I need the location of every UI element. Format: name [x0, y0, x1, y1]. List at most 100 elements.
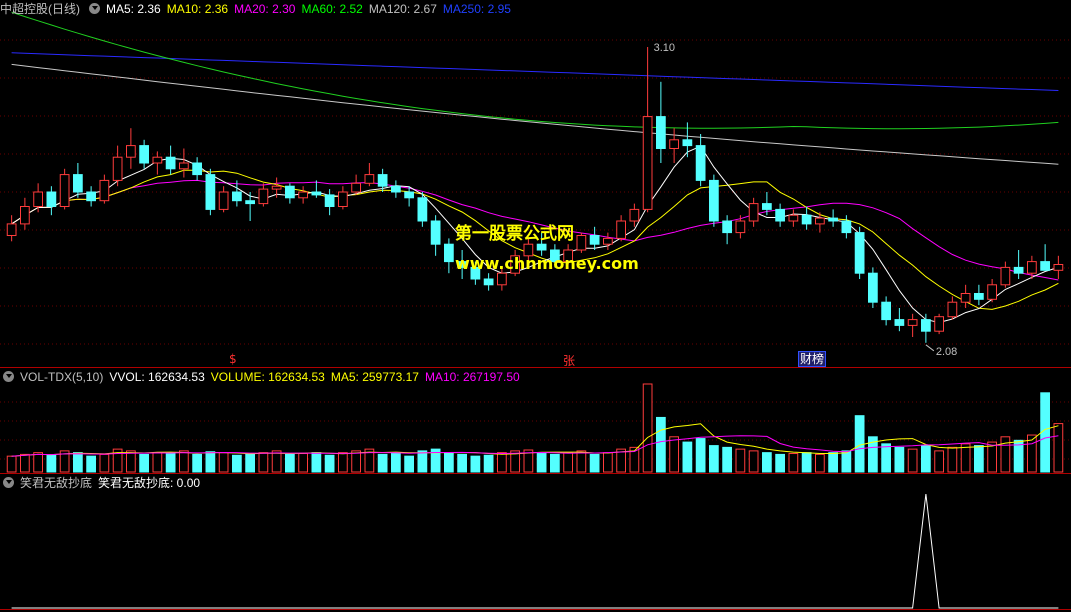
- volume-bar: [1000, 436, 1011, 473]
- volume-bar: [722, 446, 732, 473]
- candle: [974, 293, 984, 300]
- volume-bar: [417, 450, 428, 473]
- candle: [1013, 266, 1024, 274]
- volume-bar: [179, 450, 189, 473]
- candle: [735, 220, 746, 234]
- event-marker-1[interactable]: $: [229, 352, 237, 366]
- indicator-legend: 笑君无敌抄底 笑君无敌抄底: 0.00: [0, 474, 206, 492]
- candle: [1053, 264, 1064, 271]
- candle: [960, 293, 971, 303]
- candle: [801, 214, 812, 225]
- volume-bar: [205, 451, 216, 473]
- ma120-label: MA120: 2.67: [368, 2, 437, 16]
- candle: [165, 156, 176, 170]
- ma10-label: MA10: 2.36: [166, 2, 229, 16]
- vvol-label: VVOL: 162634.53: [109, 370, 205, 384]
- volume-bar: [801, 452, 812, 473]
- volume-bar: [324, 454, 335, 473]
- volume-bar: [139, 453, 149, 473]
- volume-bar: [245, 453, 255, 473]
- candle: [603, 237, 613, 245]
- volume-bar: [457, 453, 467, 473]
- volume-bar: [46, 454, 57, 473]
- volume-bar: [6, 455, 17, 473]
- low-arrow: [925, 344, 935, 352]
- volume-bar: [550, 453, 560, 473]
- candle: [444, 243, 454, 263]
- volume-bar: [536, 452, 547, 473]
- candle: [589, 235, 600, 245]
- candle: [152, 156, 163, 164]
- candle: [497, 272, 507, 286]
- candle: [192, 162, 202, 176]
- candle: [245, 200, 255, 205]
- volume-bar: [165, 453, 176, 473]
- candle: [59, 174, 70, 208]
- volume-bar: [218, 452, 229, 473]
- candle: [576, 235, 587, 251]
- event-marker-3[interactable]: 财榜: [798, 351, 827, 367]
- high-label: 3.10: [654, 42, 675, 54]
- volume-bar: [828, 452, 838, 473]
- candle: [351, 182, 361, 193]
- candle: [775, 208, 785, 222]
- candle: [205, 174, 216, 210]
- main-legend: 中超控股(日线) MA5: 2.36 MA10: 2.36 MA20: 2.30 MA6…: [0, 0, 517, 18]
- vol-name: VOL-TDX(5,10): [20, 370, 104, 384]
- chevron-down-icon[interactable]: [89, 3, 100, 14]
- candle: [46, 191, 57, 207]
- candle: [894, 319, 905, 326]
- candle: [841, 220, 852, 234]
- volume-bar: [152, 452, 163, 473]
- vol-ma5-label: MA5: 259773.17: [330, 370, 419, 384]
- volume-bar: [881, 443, 891, 473]
- volume-bar: [404, 455, 414, 473]
- main-title: 中超控股(日线): [0, 2, 80, 16]
- candle: [430, 220, 441, 245]
- volume-bar: [444, 452, 454, 473]
- volume-bar: [563, 452, 573, 473]
- chevron-down-icon[interactable]: [3, 371, 14, 382]
- volume-bar: [258, 452, 269, 473]
- volume-bar: [854, 415, 865, 473]
- volume-bar: [99, 453, 110, 473]
- candle: [391, 185, 401, 193]
- volume-bar: [974, 445, 984, 473]
- volume-bar: [126, 450, 136, 473]
- volume-bar: [960, 443, 971, 473]
- candle: [656, 116, 666, 149]
- chevron-down-icon[interactable]: [3, 477, 14, 488]
- volume-bar: [695, 438, 706, 473]
- volume-bar: [338, 452, 348, 473]
- volume-bar: [20, 453, 30, 473]
- volume-bar: [497, 452, 507, 473]
- volume-bar: [391, 453, 401, 473]
- candle: [828, 217, 838, 222]
- candle: [907, 319, 918, 326]
- ma60-line: [11, 11, 1059, 130]
- candle: [112, 156, 123, 181]
- candle: [483, 278, 494, 286]
- indicator-value: 笑君无敌抄底: 0.00: [98, 476, 201, 490]
- volume-bar: [748, 450, 759, 473]
- volume-bar: [947, 446, 958, 473]
- candle: [258, 188, 269, 205]
- volume-bar: [709, 445, 719, 473]
- event-marker-2[interactable]: 张: [563, 352, 575, 369]
- volume-bar: [656, 416, 666, 473]
- volume-bar: [73, 452, 83, 473]
- volume-bar: [603, 452, 613, 473]
- volume-legend: VOL-TDX(5,10) VVOL: 162634.53 VOLUME: 1626…: [0, 368, 526, 386]
- candle: [271, 185, 282, 190]
- candle: [934, 316, 944, 332]
- candle: [179, 162, 189, 170]
- candle: [126, 145, 136, 158]
- candle: [642, 116, 653, 210]
- candle: [33, 191, 43, 207]
- stock-chart: 3.10 2.08: [0, 11, 1071, 610]
- candle: [669, 139, 679, 150]
- volume-bar: [470, 455, 481, 473]
- low-label: 2.08: [936, 346, 957, 358]
- candle: [377, 174, 388, 187]
- volume-bar: [735, 448, 746, 473]
